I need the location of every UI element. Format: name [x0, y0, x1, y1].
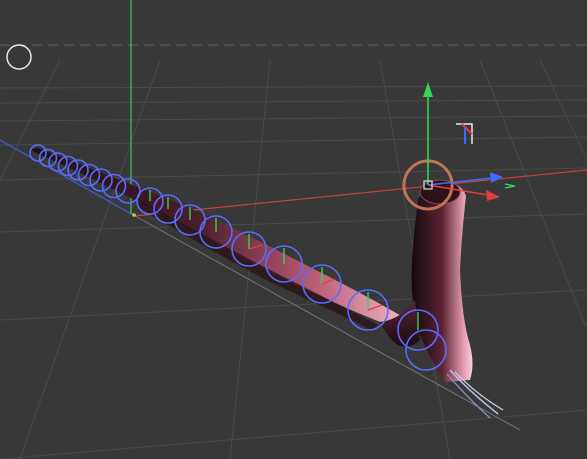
gizmo-x-arrow[interactable] [486, 190, 500, 201]
tube-neck [411, 180, 473, 382]
axis-orientation-icon[interactable] [456, 123, 473, 144]
3d-viewport[interactable] [0, 0, 587, 459]
gizmo-scale-handle[interactable] [504, 183, 516, 189]
gizmo-y-arrow[interactable] [423, 82, 433, 97]
world-axes [0, 0, 587, 431]
view-options-circle-icon[interactable] [6, 44, 32, 70]
tube-wire-a [449, 369, 499, 415]
world-origin [132, 213, 136, 217]
world-x-axis [134, 169, 587, 217]
tube-shadow-stripes [138, 200, 378, 330]
gizmo-z-arrow[interactable] [490, 172, 503, 183]
tube-wire-c [446, 373, 491, 419]
